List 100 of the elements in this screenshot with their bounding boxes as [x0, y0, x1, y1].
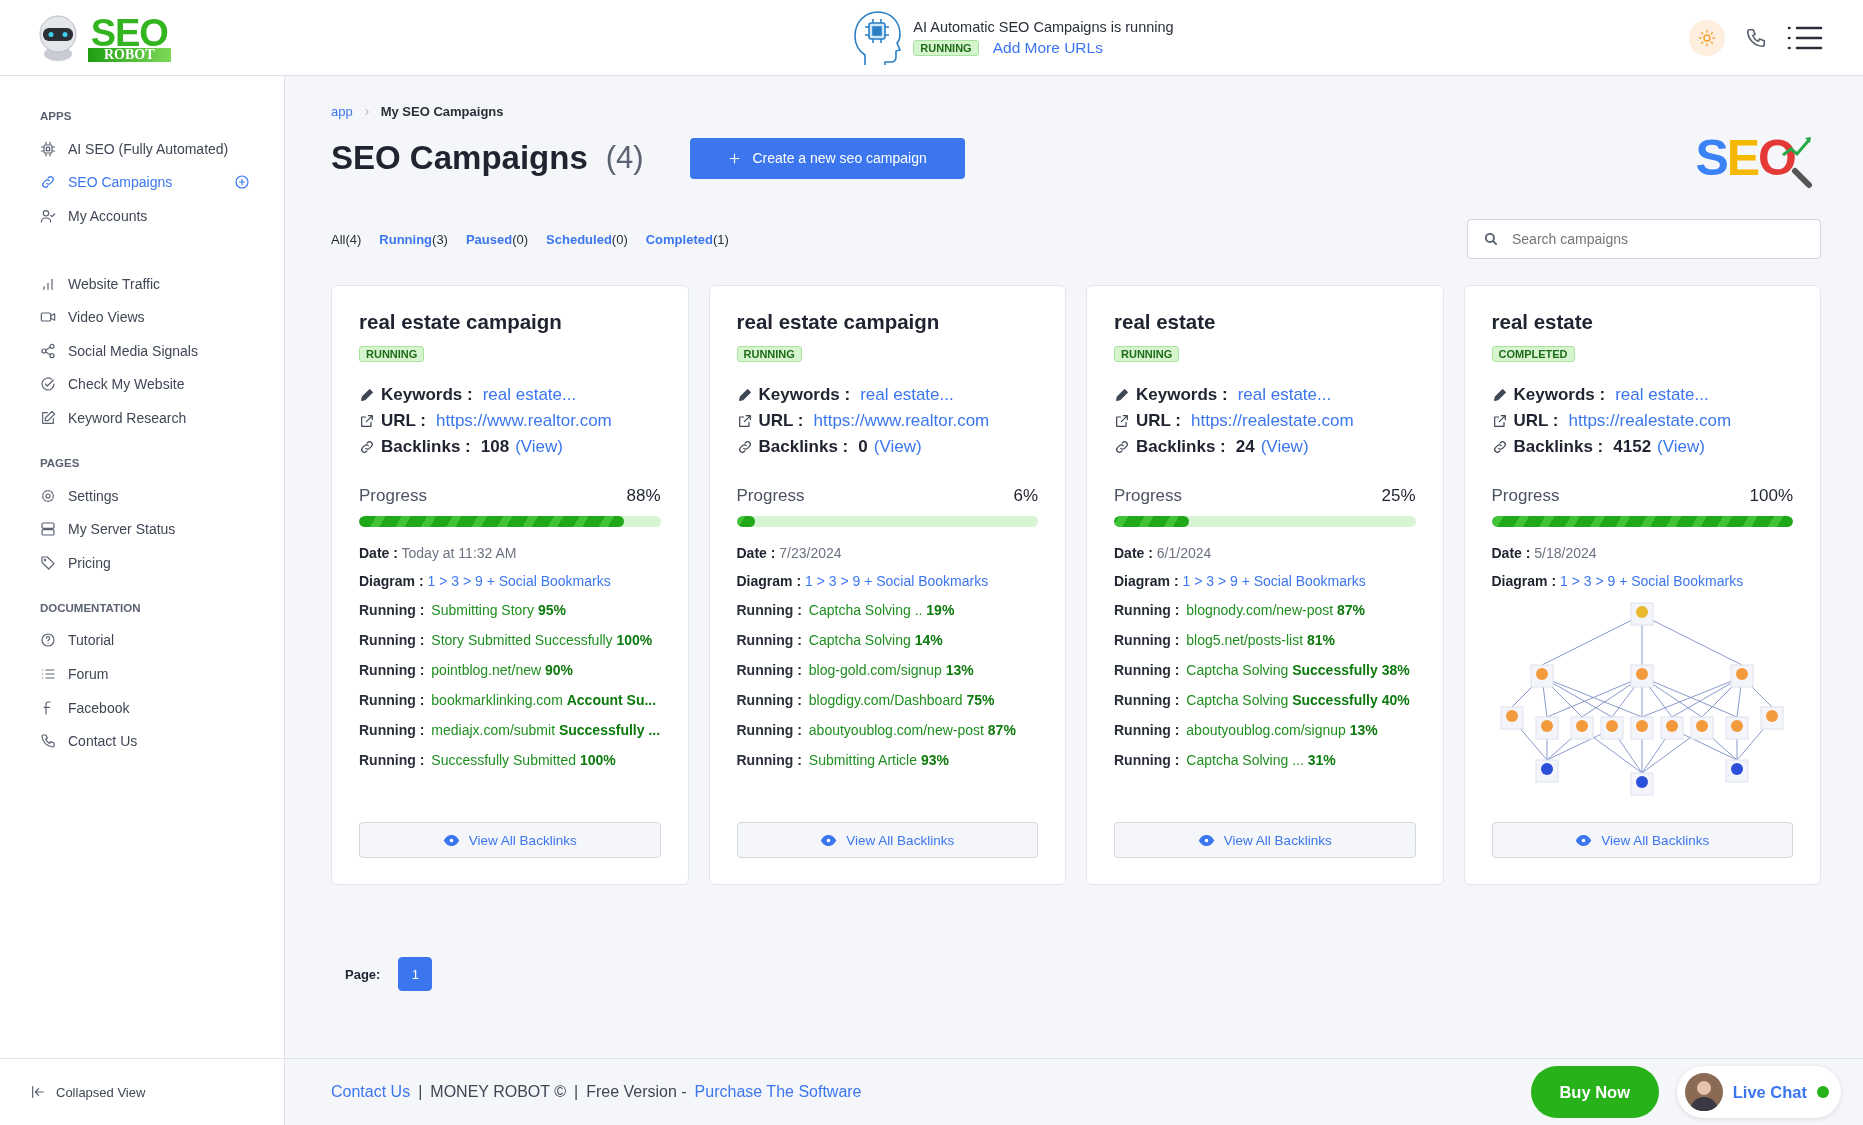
sidebar-item[interactable]: AI SEO (Fully Automated)	[40, 132, 250, 166]
keywords-label: Keywords :	[381, 385, 473, 405]
sidebar-item[interactable]: SEO Campaigns	[40, 165, 250, 200]
keywords-link[interactable]: real estate...	[860, 385, 954, 405]
sidebar-item[interactable]: Pricing	[40, 545, 250, 580]
create-campaign-button[interactable]: Create a new seo campaign	[689, 137, 965, 179]
filter-tab[interactable]: Completed(1)	[645, 231, 729, 247]
link-icon	[359, 439, 375, 455]
filter-tab[interactable]: Paused(0)	[465, 231, 529, 247]
running-label: Running :	[736, 632, 802, 648]
running-label: Running :	[359, 722, 425, 738]
running-label: Running :	[1114, 722, 1180, 738]
running-label: Running :	[359, 632, 425, 648]
running-label: Running :	[359, 752, 425, 768]
menu-button[interactable]	[1787, 24, 1823, 51]
running-status: blog5.net/posts-list 81%	[1186, 632, 1335, 648]
view-backlinks-button[interactable]: View All Backlinks	[1114, 822, 1416, 858]
backlinks-count: 0	[858, 437, 868, 457]
sidebar-item[interactable]: Website Traffic	[40, 266, 250, 301]
diagram-link[interactable]: 1 > 3 > 9 + Social Bookmarks	[427, 573, 611, 589]
url-label: URL :	[1513, 411, 1559, 431]
running-label: Running :	[359, 602, 425, 618]
chevron-right-icon	[362, 107, 371, 116]
view-link[interactable]: (View)	[515, 437, 563, 457]
breadcrumb-link[interactable]: app	[331, 104, 353, 119]
page-button[interactable]: 1	[398, 957, 433, 991]
filter-tab[interactable]: Running(3)	[379, 231, 448, 247]
filter-tab[interactable]: All(4)	[331, 231, 362, 247]
collapse-button[interactable]: Collapsed View	[0, 1058, 285, 1125]
live-chat-button[interactable]: Live Chat	[1676, 1066, 1841, 1118]
view-backlinks-button[interactable]: View All Backlinks	[359, 822, 661, 858]
footer-link[interactable]: Purchase The Software	[694, 1083, 862, 1101]
keywords-link[interactable]: real estate...	[482, 385, 577, 405]
search-icon	[1483, 231, 1498, 246]
breadcrumb-current: My SEO Campaigns	[380, 104, 504, 119]
view-backlinks-button[interactable]: View All Backlinks	[1491, 822, 1793, 858]
link-icon	[1491, 439, 1508, 455]
check-circle-icon	[40, 376, 56, 393]
external-link-icon	[736, 413, 753, 429]
sidebar-item[interactable]: Contact Us	[40, 724, 250, 758]
diagram-link[interactable]: 1 > 3 > 9 + Social Bookmarks	[804, 573, 989, 589]
card-title: real estate	[1114, 310, 1217, 334]
url-label: URL :	[381, 411, 426, 431]
url-link[interactable]: https://www.realtor.com	[436, 411, 612, 431]
avatar-icon	[1684, 1073, 1723, 1111]
url-link[interactable]: https://www.realtor.com	[813, 411, 990, 431]
date-text: Date : 5/18/2024	[1491, 545, 1597, 561]
running-label: Running :	[736, 602, 802, 618]
sidebar-item[interactable]: My Server Status	[40, 512, 250, 546]
sidebar-item[interactable]: Check My Website	[40, 367, 250, 402]
running-label: Running :	[736, 752, 802, 768]
sidebar-item[interactable]: Forum	[40, 657, 250, 691]
card-title: real estate campaign	[359, 310, 563, 334]
sidebar-item[interactable]: Social Media Signals	[40, 333, 250, 368]
running-label: Running :	[1114, 662, 1180, 678]
running-label: Running :	[359, 692, 425, 708]
link-icon	[1114, 439, 1130, 455]
running-status: mediajx.com/submit Successfully ...	[431, 722, 661, 738]
sidebar-item[interactable]: Settings	[40, 478, 250, 513]
view-link[interactable]: (View)	[873, 437, 922, 457]
search-field[interactable]: Search campaigns	[1467, 219, 1821, 259]
phone-icon	[40, 733, 56, 750]
tag-icon	[40, 554, 56, 571]
url-link[interactable]: https://realestate.com	[1191, 411, 1354, 431]
add-urls-link[interactable]: Add More URLs	[992, 38, 1103, 57]
view-link[interactable]: (View)	[1657, 437, 1705, 457]
diagram-link[interactable]: 1 > 3 > 9 + Social Bookmarks	[1559, 573, 1744, 589]
diagram-label: Diagram :	[1114, 573, 1179, 589]
filter-tab[interactable]: Scheduled(0)	[546, 231, 628, 247]
sidebar-item[interactable]: Facebook	[40, 690, 250, 725]
status-badge: RUNNING	[1114, 346, 1180, 362]
sidebar-item[interactable]: My Accounts	[40, 199, 250, 233]
running-status: bookmarklinking.com Account Su...	[431, 692, 657, 708]
running-status: Submitting Story 95%	[431, 602, 566, 618]
section-title: APPS	[40, 110, 73, 122]
keywords-link[interactable]: real estate...	[1237, 385, 1332, 405]
link-icon	[40, 174, 56, 191]
view-backlinks-button[interactable]: View All Backlinks	[736, 822, 1038, 858]
date-text: Date : Today at 11:32 AM	[359, 545, 517, 561]
footer-link[interactable]: Contact Us	[331, 1083, 411, 1101]
sidebar-item[interactable]: Keyword Research	[40, 401, 250, 435]
running-label: Running :	[736, 662, 802, 678]
buy-now-button[interactable]: Buy Now	[1530, 1066, 1659, 1118]
page-label: Page:	[345, 966, 381, 982]
head-chip-icon	[851, 8, 904, 67]
phone-button[interactable]	[1745, 26, 1767, 49]
sidebar-item[interactable]: Tutorial	[40, 623, 250, 658]
plus-circle-icon	[234, 174, 250, 191]
backlinks-count: 108	[480, 437, 510, 457]
keywords-link[interactable]: real estate...	[1615, 385, 1709, 405]
running-status: Story Submitted Successfully 100%	[431, 632, 653, 648]
diagram-link[interactable]: 1 > 3 > 9 + Social Bookmarks	[1182, 573, 1366, 589]
progress-value: 25%	[1381, 486, 1416, 506]
running-label: Running :	[1114, 752, 1180, 768]
url-link[interactable]: https://realestate.com	[1568, 411, 1732, 431]
view-link[interactable]: (View)	[1260, 437, 1309, 457]
sidebar-item[interactable]: Video Views	[40, 300, 250, 334]
backlinks-label: Backlinks :	[1513, 437, 1604, 457]
external-link-icon	[1491, 413, 1508, 429]
collapse-arrow-icon	[30, 1084, 46, 1100]
